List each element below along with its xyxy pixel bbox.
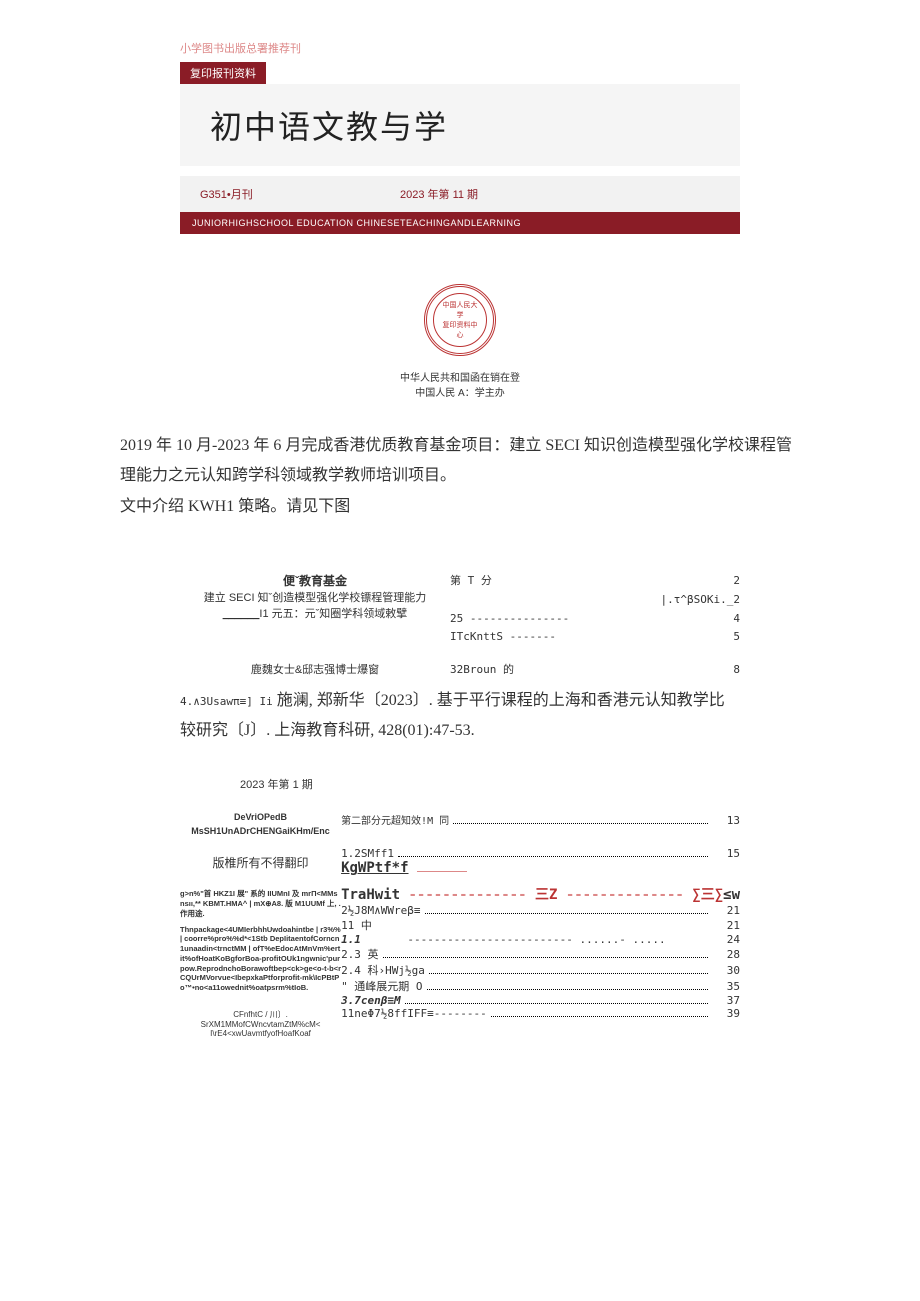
issue-meta-bar: G351•月刊 2023 年第 11 期	[180, 176, 740, 212]
mini-toc: 第 T 分2 |.τ^βSOKi._2 25 ---------------4 …	[450, 572, 740, 679]
colophon-footer: CFnfhtC / 川〕. SrXM1MMofCWncvtamZtM%cM< I…	[180, 1009, 341, 1038]
paragraph-1: 2019 年 10 月-2023 年 6 月完成香港优质教育基金项目：建立 SE…	[120, 431, 800, 492]
issue-code: G351•月刊	[200, 186, 400, 202]
reprint-label: 复印报刊资料	[180, 62, 266, 84]
legal-tiny-1: g>n%"首 HKZ1I 展" 系的 IIUMnI 及 mrΠ<MMsnsıı,…	[180, 889, 341, 918]
top-series-label: 小学图书出版总署推荐刊	[180, 40, 860, 56]
fund-author: 鹿魏女士&邸志强博士爆窗	[180, 661, 450, 677]
dev-line: DeVriOPedB	[180, 812, 341, 822]
fund-block: 便ˇ教育基金 建立 SECI 知ˇ创造模型强化学校镖程管理能力 ______I1…	[180, 572, 450, 677]
dev-line-2: MsSH1UnADrCHENGaiKHm/Enc	[180, 826, 341, 836]
sponsor-line-1: 中华人民共和国函在销在登	[60, 371, 860, 386]
sponsor-line-2: 中国人民 A：学主办	[60, 386, 860, 401]
citation-line: 4.∧3Usawπ≡] Ii 施澜, 郑新华〔2023〕. 基于平行课程的上海和…	[180, 686, 740, 747]
sponsor-lines: 中华人民共和国函在销在登 中国人民 A：学主办	[60, 371, 860, 401]
fund-line-2: ______I1 元五：元ˇ知圈学科领域敕擘	[180, 605, 450, 621]
body-text: 2019 年 10 月-2023 年 6 月完成香港优质教育基金项目：建立 SE…	[120, 431, 800, 522]
issue-2-label: 2023 年第 1 期	[240, 776, 860, 792]
issue-label: 2023 年第 11 期	[400, 186, 478, 202]
journal-title: 初中语文教与学	[210, 102, 710, 148]
copyright-line: 版椎所有不得翻印	[180, 854, 341, 871]
colophon-block: DeVriOPedB MsSH1UnADrCHENGaiKHm/Enc 版椎所有…	[180, 812, 341, 1038]
seal-icon: 中国人民大学 复印资料中心	[424, 284, 496, 356]
seal-text-1: 中国人民大学	[441, 300, 479, 320]
journal-title-block: 初中语文教与学	[180, 84, 740, 166]
paragraph-2: 文中介绍 KWH1 策略。请见下图	[120, 492, 800, 522]
legal-tiny-2: Thnpackage<4UMIerbhhUwdoahintbe | r3%% |…	[180, 925, 341, 993]
english-title-bar: JUNIORHIGHSCHOOL EDUCATION CHINESETEACHI…	[180, 212, 740, 234]
seal-block: 中国人民大学 复印资料中心	[60, 284, 860, 359]
seal-text-2: 复印资料中心	[441, 320, 479, 340]
pink-dash	[417, 871, 467, 872]
fund-line-1: 建立 SECI 知ˇ创造模型强化学校镖程管理能力	[180, 589, 450, 605]
fund-title: 便ˇ教育基金	[180, 572, 450, 589]
table-of-contents: 第二部分元超知效!M 同13 1.2SMff115 KgWPtf*f TraHw…	[341, 812, 740, 1038]
